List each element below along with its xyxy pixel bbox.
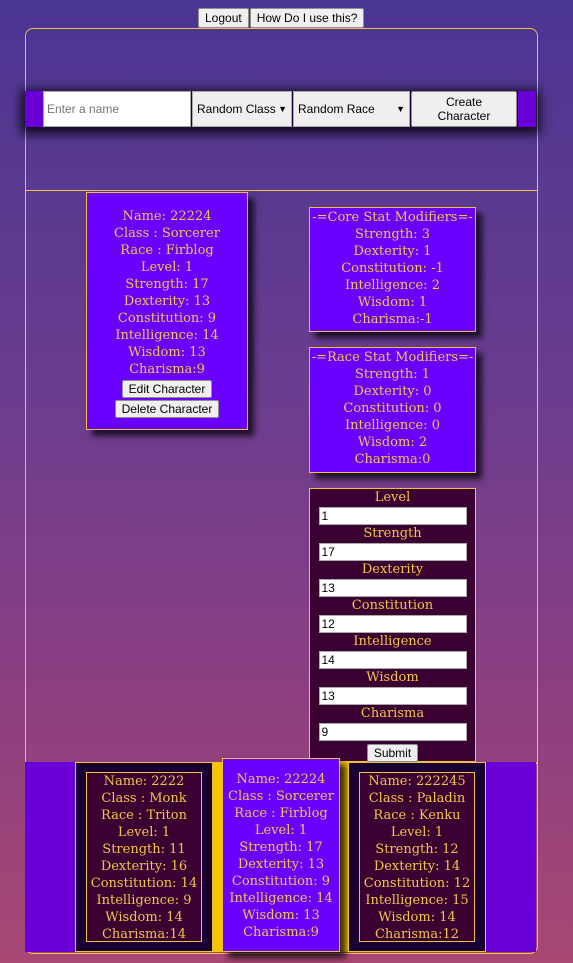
character-race: Race : Firblog [120, 243, 214, 258]
roster-card-1-inner: Name: 2222 Class : Monk Race : Triton Le… [86, 772, 202, 942]
core-mod-strength: Strength: 3 [354, 227, 431, 242]
edit-character-button[interactable]: Edit Character [121, 380, 213, 398]
character-constitution: Constitution: 9 [117, 311, 217, 326]
race-mods-title: -=Race Stat Modifiers=- [311, 350, 474, 365]
character-strength: Strength: 17 [125, 277, 209, 292]
roster-2-strength: Strength: 17 [239, 840, 323, 855]
roster-2-constitution: Constitution: 9 [231, 874, 331, 889]
level-label: Level [374, 490, 411, 505]
race-stat-modifiers-card: -=Race Stat Modifiers=- Strength: 1 Dext… [309, 347, 476, 473]
roster-3-name: Name: 222245 [368, 774, 466, 789]
roster-3-dexterity: Dexterity: 14 [373, 859, 461, 874]
roster-1-race: Race : Triton [101, 808, 187, 823]
roster-2-intelligence: Intelligence: 14 [229, 891, 333, 906]
core-mod-wisdom: Wisdom: 1 [357, 295, 428, 310]
roster-1-class: Class : Monk [101, 791, 187, 806]
character-dexterity: Dexterity: 13 [123, 294, 211, 309]
roster-right-pad [485, 762, 536, 952]
race-mod-constitution: Constitution: 0 [343, 401, 442, 416]
logout-button[interactable]: Logout [198, 8, 249, 28]
intelligence-label: Intelligence [353, 634, 432, 649]
dexterity-label: Dexterity [361, 562, 424, 577]
character-charisma: Charisma:9 [129, 362, 205, 377]
wisdom-input[interactable] [318, 687, 467, 705]
core-mod-intelligence: Intelligence: 2 [344, 278, 441, 293]
strength-input[interactable] [318, 543, 467, 561]
character-level: Level: 1 [140, 260, 194, 275]
help-button[interactable]: How Do I use this? [249, 8, 365, 28]
class-select[interactable]: Random Class ▼ [192, 91, 292, 127]
roster-2-name: Name: 22224 [236, 772, 326, 787]
roster-3-race: Race : Kenku [373, 808, 461, 823]
core-mod-constitution: Constitution: -1 [341, 261, 444, 276]
create-bar-right-pad [518, 91, 536, 127]
core-mod-dexterity: Dexterity: 1 [353, 244, 432, 259]
race-mod-wisdom: Wisdom: 2 [357, 435, 428, 450]
core-mod-charisma: Charisma:-1 [352, 312, 433, 327]
roster-2-charisma: Charisma:9 [243, 925, 319, 940]
edit-stats-form: Level Strength Dexterity Constitution In… [309, 488, 476, 762]
roster-2-race: Race : Firblog [234, 806, 328, 821]
create-character-bar: Random Class ▼ Random Race ▼ Create Char… [25, 91, 536, 127]
roster-3-strength: Strength: 12 [375, 842, 459, 857]
roster-1-name: Name: 2222 [103, 774, 185, 789]
selected-character-card: Name: 22224 Class : Sorcerer Race : Firb… [86, 192, 248, 430]
roster-1-constitution: Constitution: 14 [90, 876, 198, 891]
roster-2-level: Level: 1 [254, 823, 308, 838]
roster-2-dexterity: Dexterity: 13 [237, 857, 325, 872]
roster-1-level: Level: 1 [117, 825, 171, 840]
create-bar-left-pad [25, 91, 43, 127]
roster-1-wisdom: Wisdom: 14 [105, 910, 183, 925]
roster-3-class: Class : Paladin [368, 791, 466, 806]
character-intelligence: Intelligence: 14 [115, 328, 219, 343]
charisma-input[interactable] [318, 723, 467, 741]
dropdown-arrow-icon: ▼ [278, 104, 287, 114]
charisma-label: Charisma [360, 706, 425, 721]
race-mod-intelligence: Intelligence: 0 [344, 418, 441, 433]
roster-1-strength: Strength: 11 [102, 842, 186, 857]
submit-button[interactable]: Submit [366, 744, 419, 762]
race-select[interactable]: Random Race ▼ [293, 91, 410, 127]
race-mod-charisma: Charisma:0 [354, 452, 431, 467]
character-roster: Name: 2222 Class : Monk Race : Triton Le… [25, 758, 536, 952]
header-buttons: Logout How Do I use this? [198, 8, 365, 28]
roster-card-3[interactable]: Name: 222245 Class : Paladin Race : Kenk… [348, 762, 486, 952]
roster-card-2[interactable]: Name: 22224 Class : Sorcerer Race : Firb… [222, 758, 340, 952]
race-mod-strength: Strength: 1 [354, 367, 431, 382]
level-input[interactable] [318, 507, 467, 525]
roster-3-intelligence: Intelligence: 15 [365, 893, 469, 908]
constitution-input[interactable] [318, 615, 467, 633]
roster-2-wisdom: Wisdom: 13 [242, 908, 320, 923]
race-mod-dexterity: Dexterity: 0 [353, 384, 432, 399]
core-stat-modifiers-card: -=Core Stat Modifiers=- Strength: 3 Dext… [309, 207, 476, 332]
class-select-value: Random Class [197, 102, 276, 116]
delete-character-button[interactable]: Delete Character [114, 400, 220, 418]
dropdown-arrow-icon: ▼ [396, 104, 405, 114]
dexterity-input[interactable] [318, 579, 467, 597]
character-wisdom: Wisdom: 13 [128, 345, 206, 360]
core-mods-title: -=Core Stat Modifiers=- [312, 210, 473, 225]
race-select-value: Random Race [298, 102, 375, 116]
intelligence-input[interactable] [318, 651, 467, 669]
create-character-button[interactable]: Create Character [411, 91, 517, 127]
character-class: Class : Sorcerer [114, 226, 220, 241]
roster-3-constitution: Constitution: 12 [363, 876, 471, 891]
roster-1-intelligence: Intelligence: 9 [96, 893, 192, 908]
roster-1-dexterity: Dexterity: 16 [100, 859, 188, 874]
roster-card-3-inner: Name: 222245 Class : Paladin Race : Kenk… [359, 772, 475, 942]
name-input[interactable] [43, 91, 191, 127]
roster-2-class: Class : Sorcerer [228, 789, 334, 804]
roster-left-pad [25, 762, 76, 952]
roster-3-level: Level: 1 [390, 825, 444, 840]
roster-3-wisdom: Wisdom: 14 [378, 910, 456, 925]
roster-card-1[interactable]: Name: 2222 Class : Monk Race : Triton Le… [75, 762, 213, 952]
wisdom-label: Wisdom [366, 670, 419, 685]
strength-label: Strength [363, 526, 422, 541]
roster-3-charisma: Charisma:12 [374, 927, 460, 942]
constitution-label: Constitution [351, 598, 434, 613]
character-name: Name: 22224 [122, 209, 212, 224]
roster-1-charisma: Charisma:14 [101, 927, 187, 942]
